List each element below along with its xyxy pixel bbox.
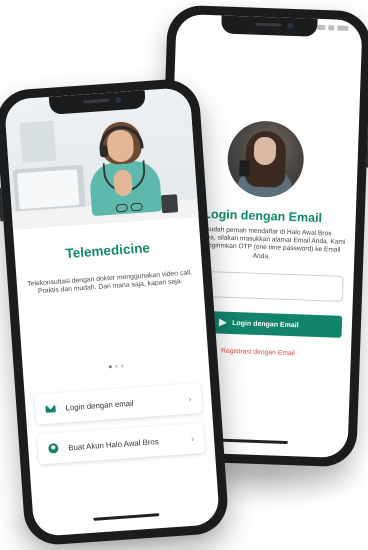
wifi-icon <box>328 25 335 31</box>
chevron-right-icon: › <box>190 433 195 444</box>
headset-earpiece <box>99 144 109 158</box>
carousel-dot-3[interactable] <box>120 364 124 368</box>
front-camera <box>287 22 294 29</box>
desk-speaker <box>160 194 179 214</box>
home-indicator <box>93 513 160 521</box>
glasses-lens-left <box>115 203 129 213</box>
user-icon <box>48 443 59 454</box>
status-bar-icons <box>317 24 349 31</box>
login-with-email-menu-label: Login dengan email <box>65 398 134 412</box>
carousel-dot-2[interactable] <box>114 364 118 368</box>
login-with-email-menu-item[interactable]: Login dengan email › <box>34 383 203 425</box>
send-icon <box>219 318 228 327</box>
doctor-hands <box>113 169 133 197</box>
battery-icon <box>337 25 349 31</box>
notch <box>221 15 318 37</box>
create-account-menu-item[interactable]: Buat Akun Halo Awal Bros › <box>37 422 206 465</box>
front-camera <box>115 96 122 104</box>
home-indicator <box>221 438 288 445</box>
glasses-on-desk <box>115 202 147 214</box>
mail-icon <box>45 404 56 413</box>
photo-phone <box>239 160 250 177</box>
signal-icon <box>317 24 326 31</box>
earpiece-speaker <box>83 98 110 104</box>
carousel-dot-1[interactable] <box>108 365 112 369</box>
glasses-lens-right <box>130 202 144 212</box>
hero-wall-art <box>19 120 57 163</box>
user-photo <box>226 119 305 199</box>
photo-face <box>253 136 277 166</box>
earpiece-speaker <box>255 22 282 27</box>
create-account-menu-label: Buat Akun Halo Awal Bros <box>68 436 159 452</box>
login-with-email-button-label: Login dengan Email <box>232 319 299 329</box>
volume-button <box>0 187 4 222</box>
chevron-right-icon: › <box>187 393 192 404</box>
phone-telemedicine: Telemedicine Telekonsultasi dengan dokte… <box>0 77 230 547</box>
hero-laptop-screen <box>17 169 80 210</box>
telemedicine-screen: Telemedicine Telekonsultasi dengan dokte… <box>3 87 221 537</box>
carousel-dots <box>23 358 209 374</box>
telemedicine-title: Telemedicine <box>65 240 151 262</box>
telemedicine-description: Telekonsultasi dengan dokter menggunakan… <box>27 269 193 296</box>
